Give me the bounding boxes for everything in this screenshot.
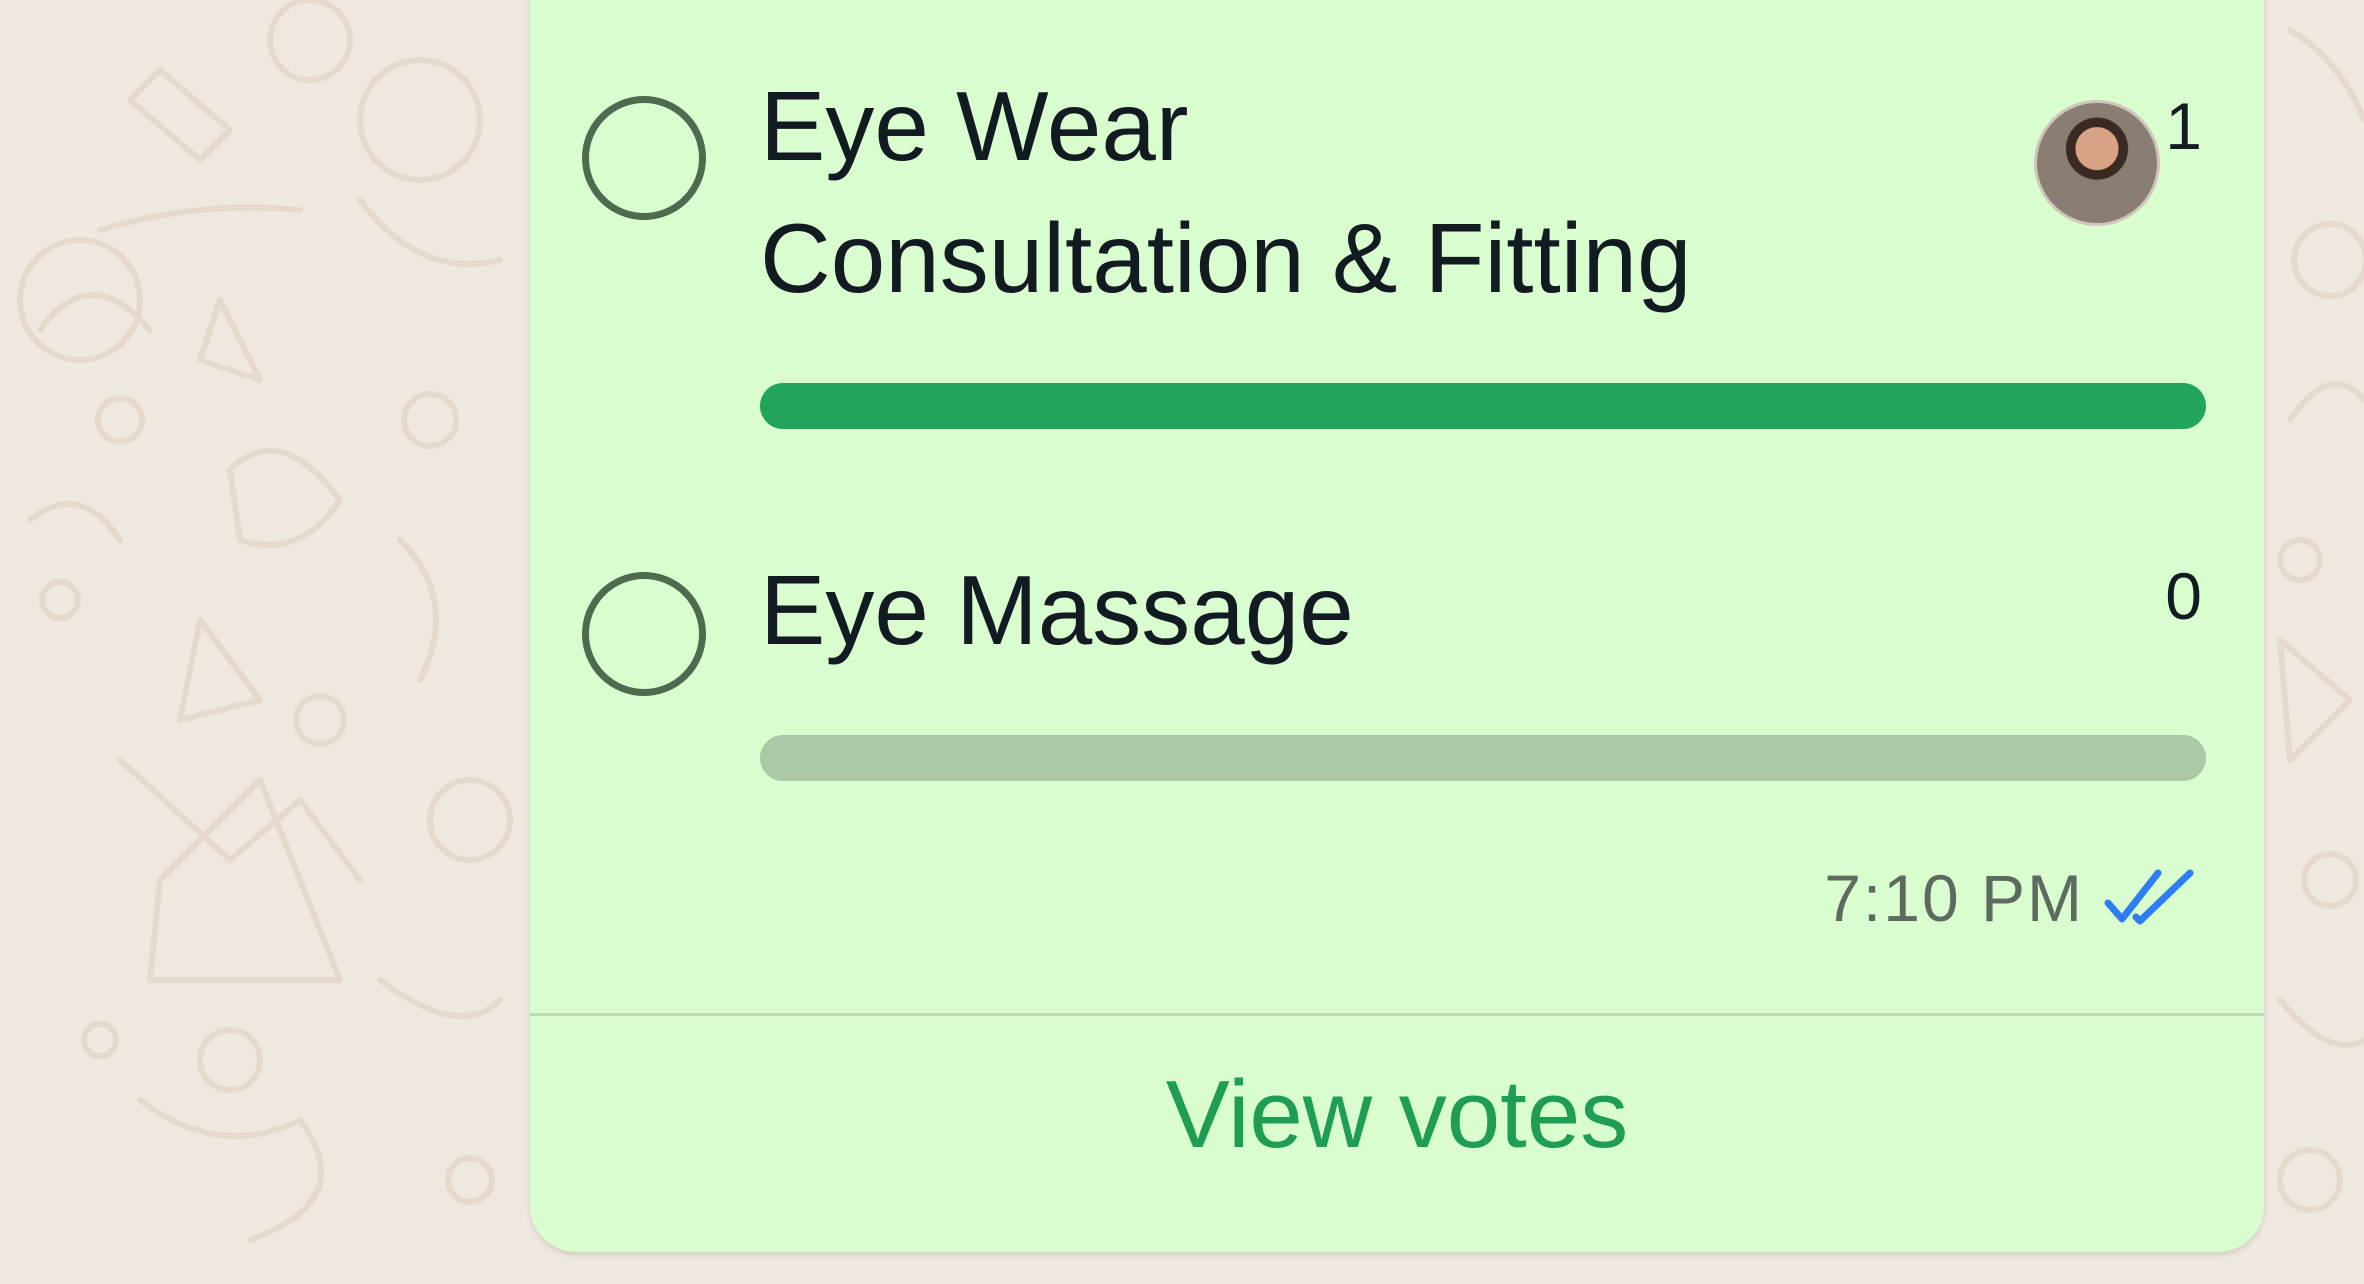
radio-button[interactable] (582, 572, 706, 696)
vote-bar-track (760, 383, 2206, 429)
option-label: Eye Wear Consultation & Fitting (760, 71, 1692, 313)
timestamp: 7:10 PM (1824, 861, 2084, 935)
divider (530, 1013, 2264, 1016)
view-votes-button[interactable]: View votes (530, 1040, 2264, 1190)
vote-count: 0 (2165, 559, 2202, 633)
poll-message-bubble: Eye Wear Consultation & Fitting 1 Eye Ma… (530, 0, 2264, 1252)
voter-avatar[interactable] (2034, 100, 2160, 226)
vote-bar-track (760, 735, 2206, 781)
vote-count: 1 (2165, 89, 2202, 163)
option-label: Eye Massage (760, 555, 1354, 665)
message-meta: 7:10 PM (1824, 860, 2198, 936)
double-check-icon (2102, 865, 2198, 932)
vote-bar-fill (760, 383, 2206, 429)
radio-button[interactable] (582, 96, 706, 220)
